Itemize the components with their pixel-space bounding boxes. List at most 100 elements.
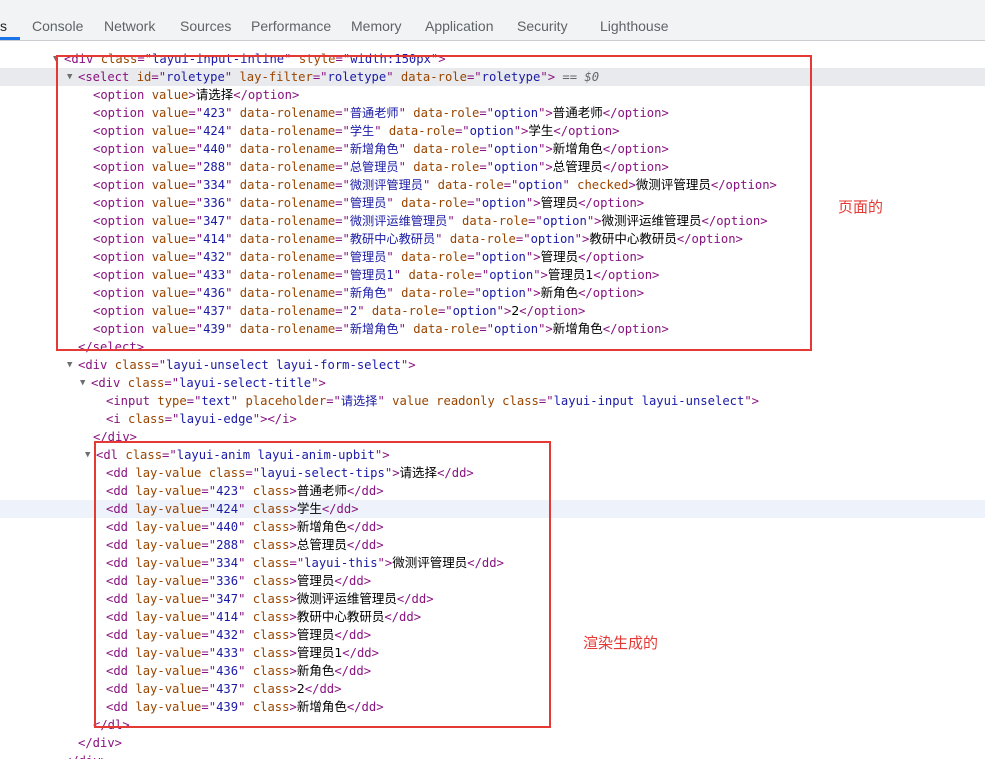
markup-token: =" bbox=[335, 232, 350, 246]
dom-tree-line[interactable]: </div> bbox=[0, 752, 985, 759]
dom-tree-line[interactable]: <dd lay-value="432" class>管理员</dd> bbox=[0, 626, 985, 644]
expand-triangle-icon[interactable]: ▼ bbox=[67, 356, 77, 374]
markup-token: </dd> bbox=[346, 538, 384, 552]
markup-token: value bbox=[151, 214, 189, 228]
dom-tree-line[interactable]: <dd lay-value="436" class>新角色</dd> bbox=[0, 662, 985, 680]
dom-tree-line[interactable]: <dd lay-value="336" class>管理员</dd> bbox=[0, 572, 985, 590]
markup-token: </option> bbox=[578, 286, 645, 300]
tab-network[interactable]: Network bbox=[104, 0, 155, 40]
markup-token: lay-value bbox=[135, 592, 202, 606]
active-tab-indicator bbox=[0, 37, 20, 40]
dom-tree-line[interactable]: <dd lay-value="288" class>总管理员</dd> bbox=[0, 536, 985, 554]
markup-token: "> bbox=[377, 556, 393, 570]
tab-lighthouse[interactable]: Lighthouse bbox=[600, 0, 669, 40]
dom-tree-line[interactable]: <option value="433" data-rolename="管理员1"… bbox=[0, 266, 985, 284]
dom-tree-line[interactable]: ▼ <select id="roletype" lay-filter="rolet… bbox=[0, 68, 985, 86]
dom-tree-line[interactable]: <option value="424" data-rolename="学生" d… bbox=[0, 122, 985, 140]
markup-token: option bbox=[494, 142, 539, 156]
dom-tree-line[interactable]: <option value="439" data-rolename="新增角色"… bbox=[0, 320, 985, 338]
markup-token: class bbox=[252, 520, 290, 534]
markup-token: 微测评运维管理员 bbox=[296, 591, 397, 606]
dom-tree-line[interactable]: <option value="436" data-rolename="新角色" … bbox=[0, 284, 985, 302]
markup-token: " bbox=[224, 70, 240, 84]
markup-token: 普通老师 bbox=[349, 106, 399, 120]
tab-console[interactable]: Console bbox=[32, 0, 83, 40]
dom-tree-line[interactable]: <dd lay-value="424" class>学生</dd> bbox=[0, 500, 985, 518]
dom-tree-line[interactable]: ▼ <div class="layui-select-title"> bbox=[0, 374, 985, 392]
dom-tree-line[interactable]: </select> bbox=[0, 338, 985, 356]
expand-triangle-icon[interactable]: ▼ bbox=[85, 446, 95, 464]
markup-token: <dd bbox=[106, 574, 136, 588]
tab-elements[interactable]: s bbox=[0, 0, 7, 40]
dom-tree-line[interactable]: <dd lay-value="414" class>教研中心教研员</dd> bbox=[0, 608, 985, 626]
tab-performance[interactable]: Performance bbox=[251, 0, 331, 40]
markup-token: </option> bbox=[710, 178, 777, 192]
markup-token: 347 bbox=[203, 214, 226, 228]
markup-token: </option> bbox=[602, 142, 669, 156]
markup-token: layui-this bbox=[304, 556, 378, 570]
markup-token: data-rolename bbox=[239, 178, 336, 192]
markup-token: data-role bbox=[413, 322, 480, 336]
markup-token: value bbox=[151, 304, 189, 318]
markup-token: =" bbox=[467, 196, 482, 210]
dom-tree-line[interactable]: <i class="layui-edge"></i> bbox=[0, 410, 985, 428]
dom-tree-line[interactable]: <option value="437" data-rolename="2" da… bbox=[0, 302, 985, 320]
markup-token: =" bbox=[335, 106, 350, 120]
dom-tree-line[interactable]: <option value="414" data-rolename="教研中心教… bbox=[0, 230, 985, 248]
dom-tree-line[interactable]: ▼ <dl class="layui-anim layui-anim-upbit"… bbox=[0, 446, 985, 464]
tab-security[interactable]: Security bbox=[517, 0, 568, 40]
markup-token: option bbox=[530, 232, 575, 246]
dom-tree-line[interactable]: <dd lay-value="440" class>新增角色</dd> bbox=[0, 518, 985, 536]
markup-token: " bbox=[398, 322, 414, 336]
markup-token: </dl> bbox=[93, 718, 130, 732]
dom-tree-line[interactable]: <input type="text" placeholder="请选择" val… bbox=[0, 392, 985, 410]
markup-token: </div> bbox=[78, 736, 123, 750]
markup-token: "> bbox=[744, 394, 760, 408]
dom-tree-line[interactable]: <option value="440" data-rolename="新增角色"… bbox=[0, 140, 985, 158]
dom-tree-line[interactable]: <dd lay-value class="layui-select-tips">… bbox=[0, 464, 985, 482]
dom-tree-line[interactable]: <option value="334" data-rolename="微测评管理… bbox=[0, 176, 985, 194]
dom-tree-line[interactable]: <dd lay-value="334" class="layui-this">微… bbox=[0, 554, 985, 572]
markup-token: =" bbox=[474, 268, 490, 282]
dom-tree-line[interactable]: ▼ <div class="layui-unselect layui-form-s… bbox=[0, 356, 985, 374]
markup-token: lay-value bbox=[135, 538, 202, 552]
expand-triangle-icon[interactable]: ▼ bbox=[67, 68, 77, 86]
dom-tree-line[interactable]: <dd lay-value="439" class>新增角色</dd> bbox=[0, 698, 985, 716]
dom-tree-line[interactable]: <option value="423" data-rolename="普通老师"… bbox=[0, 104, 985, 122]
markup-token: " bbox=[374, 124, 389, 138]
dom-tree-line[interactable]: <dd lay-value="347" class>微测评运维管理员</dd> bbox=[0, 590, 985, 608]
dom-tree-line[interactable]: <dd lay-value="433" class>管理员1</dd> bbox=[0, 644, 985, 662]
dom-tree-line[interactable]: <option value>请选择</option> bbox=[0, 86, 985, 104]
dom-tree-line[interactable]: <dd lay-value="423" class>普通老师</dd> bbox=[0, 482, 985, 500]
markup-token: value readonly class bbox=[392, 394, 539, 408]
dom-tree-line[interactable]: <option value="288" data-rolename="总管理员"… bbox=[0, 158, 985, 176]
dom-node-markup: <option value="424" data-rolename="学生" d… bbox=[93, 122, 619, 140]
markup-token: data-rolename bbox=[239, 142, 336, 156]
dom-node-markup: <option value="423" data-rolename="普通老师"… bbox=[93, 104, 669, 122]
dom-tree-line[interactable]: </dl> bbox=[0, 716, 985, 734]
tab-memory[interactable]: Memory bbox=[351, 0, 402, 40]
expand-triangle-icon[interactable]: ▼ bbox=[53, 50, 63, 68]
markup-token: <option bbox=[93, 250, 152, 264]
tab-sources[interactable]: Sources bbox=[180, 0, 231, 40]
dom-node-markup: <select id="roletype" lay-filter="rolety… bbox=[78, 68, 599, 86]
dom-node-markup: <option value="288" data-rolename="总管理员"… bbox=[93, 158, 669, 176]
dom-tree-line[interactable]: </div> bbox=[0, 734, 985, 752]
expand-triangle-icon[interactable]: ▼ bbox=[80, 374, 90, 392]
markup-token: =" bbox=[201, 538, 217, 552]
dom-tree-line[interactable]: ▼ <div class="layui-input-inline" style="… bbox=[0, 50, 985, 68]
dom-tree-line[interactable]: <dd lay-value="437" class>2</dd> bbox=[0, 680, 985, 698]
dom-tree-line[interactable]: </div> bbox=[0, 428, 985, 446]
dom-node-markup: <dd lay-value="288" class>总管理员</dd> bbox=[106, 536, 384, 554]
markup-token: 管理员1 bbox=[547, 267, 594, 282]
markup-token: =" bbox=[335, 52, 351, 66]
markup-token: <option bbox=[93, 214, 152, 228]
markup-token: " bbox=[393, 268, 409, 282]
markup-token: data-rolename bbox=[239, 268, 336, 282]
tab-application[interactable]: Application bbox=[425, 0, 494, 40]
markup-token: data-rolename bbox=[239, 286, 336, 300]
dom-tree-line[interactable]: <option value="432" data-rolename="管理员" … bbox=[0, 248, 985, 266]
markup-token: =" bbox=[335, 214, 350, 228]
dom-node-markup: <div class="layui-input-inline" style="w… bbox=[64, 50, 446, 68]
markup-token: =" bbox=[538, 394, 554, 408]
